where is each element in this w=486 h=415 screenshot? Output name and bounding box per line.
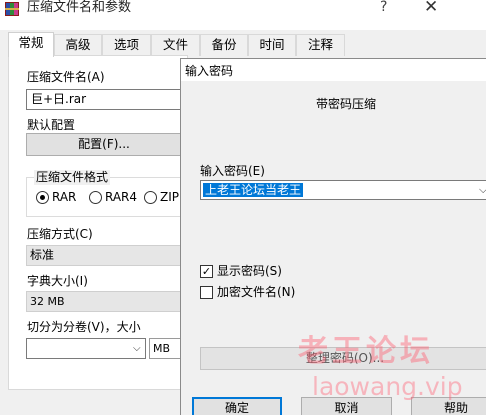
profiles-button[interactable]: 配置(F)... — [26, 133, 182, 156]
encrypt-filenames-label[interactable]: 加密文件名(N) — [217, 285, 295, 300]
show-password-label[interactable]: 显示密码(S) — [217, 264, 282, 279]
split-volumes-label: 切分为分卷(V)，大小 — [27, 320, 141, 334]
default-profile-label: 默认配置 — [27, 118, 76, 132]
tab-files[interactable]: 文件 — [151, 34, 200, 56]
tab-general[interactable]: 常规 — [8, 32, 54, 57]
tab-time[interactable]: 时间 — [248, 34, 296, 56]
tab-backup[interactable]: 备份 — [200, 34, 248, 56]
password-dialog: 输入密码 带密码压缩 输入密码(E) 上老王论坛当老王 ⌵ ✓ 显示密码(S) … — [180, 58, 486, 415]
format-zip-label[interactable]: ZIP — [160, 190, 179, 205]
show-password-checkbox[interactable]: ✓ — [200, 265, 213, 278]
compression-method-label: 压缩方式(C) — [27, 227, 93, 241]
format-rar4-radio[interactable] — [89, 191, 102, 204]
format-rar-radio[interactable] — [36, 191, 49, 204]
password-title-bar: 输入密码 — [181, 59, 486, 81]
password-input[interactable]: 上老王论坛当老王 ⌵ — [200, 180, 486, 200]
winrar-app-icon — [5, 2, 19, 16]
tab-advanced[interactable]: 高级 — [54, 34, 102, 56]
encrypt-filenames-checkbox[interactable] — [200, 286, 213, 299]
help-icon[interactable]: ? — [380, 0, 387, 15]
tab-comment[interactable]: 注释 — [296, 34, 345, 56]
dictionary-size-label: 字典大小(I) — [27, 274, 88, 288]
archive-name-label: 压缩文件名(A) — [27, 70, 105, 84]
password-heading: 带密码压缩 — [316, 97, 377, 111]
archive-name-input[interactable]: 巨+日.rar — [26, 89, 182, 110]
cancel-button[interactable]: 取消 — [301, 397, 392, 415]
password-dialog-title: 输入密码 — [185, 64, 234, 78]
split-size-input[interactable]: ⌵ — [26, 338, 146, 359]
close-icon[interactable]: ✕ — [424, 0, 438, 17]
password-label: 输入密码(E) — [200, 164, 265, 178]
format-rar4-label[interactable]: RAR4 — [105, 190, 137, 205]
tab-bar: 常规 高级 选项 文件 备份 时间 注释 — [8, 32, 348, 57]
split-unit-select[interactable]: MB — [149, 338, 182, 359]
dictionary-size-select[interactable]: 32 MB — [26, 291, 182, 312]
ok-button[interactable]: 确定 — [192, 397, 282, 415]
help-button[interactable]: 帮助 — [411, 397, 486, 415]
window-title: 压缩文件名和参数 — [27, 0, 132, 15]
format-rar-label[interactable]: RAR — [52, 190, 76, 205]
tab-options[interactable]: 选项 — [102, 34, 151, 56]
chevron-down-icon[interactable]: ⌵ — [479, 181, 486, 199]
format-zip-radio[interactable] — [144, 191, 157, 204]
password-value[interactable]: 上老王论坛当老王 — [203, 183, 304, 197]
title-bar: 压缩文件名和参数 ? ✕ — [0, 0, 486, 30]
compression-method-select[interactable]: 标准 — [26, 245, 182, 266]
chevron-down-icon[interactable]: ⌵ — [133, 339, 141, 358]
organize-passwords-button[interactable]: 整理密码(O)... — [200, 347, 486, 370]
archive-format-label: 压缩文件格式 — [34, 170, 111, 185]
